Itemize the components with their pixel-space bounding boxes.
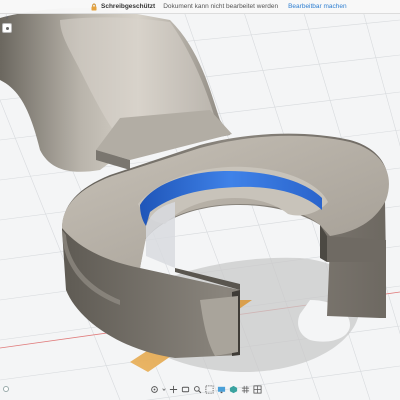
chevron-down-icon[interactable]: ▾ (2, 13, 12, 22)
zoom-icon[interactable] (193, 385, 202, 394)
orbit-icon[interactable] (150, 385, 159, 394)
lock-icon (91, 3, 97, 10)
readonly-message: Dokument kann nicht bearbeitet werden (163, 3, 279, 10)
look-at-icon[interactable] (181, 385, 190, 394)
model-scene (0, 0, 400, 400)
grid-icon[interactable] (241, 385, 250, 394)
bottom-toolbar (150, 383, 262, 395)
readonly-bar: Schreibgeschützt Dokument kann nicht bea… (0, 0, 400, 14)
display-settings-icon[interactable] (217, 385, 226, 394)
pan-icon[interactable] (169, 385, 178, 394)
orbit-caret-icon[interactable] (162, 385, 166, 394)
canvas-viewport[interactable] (0, 0, 400, 400)
readonly-title: Schreibgeschützt (101, 3, 156, 10)
home-icon[interactable] (2, 23, 12, 33)
origin-icon (3, 386, 9, 392)
make-editable-link[interactable]: Bearbeitbar machen (288, 3, 347, 10)
visual-style-icon[interactable] (229, 385, 238, 394)
zoom-window-icon[interactable] (205, 384, 214, 394)
viewports-icon[interactable] (253, 384, 262, 394)
